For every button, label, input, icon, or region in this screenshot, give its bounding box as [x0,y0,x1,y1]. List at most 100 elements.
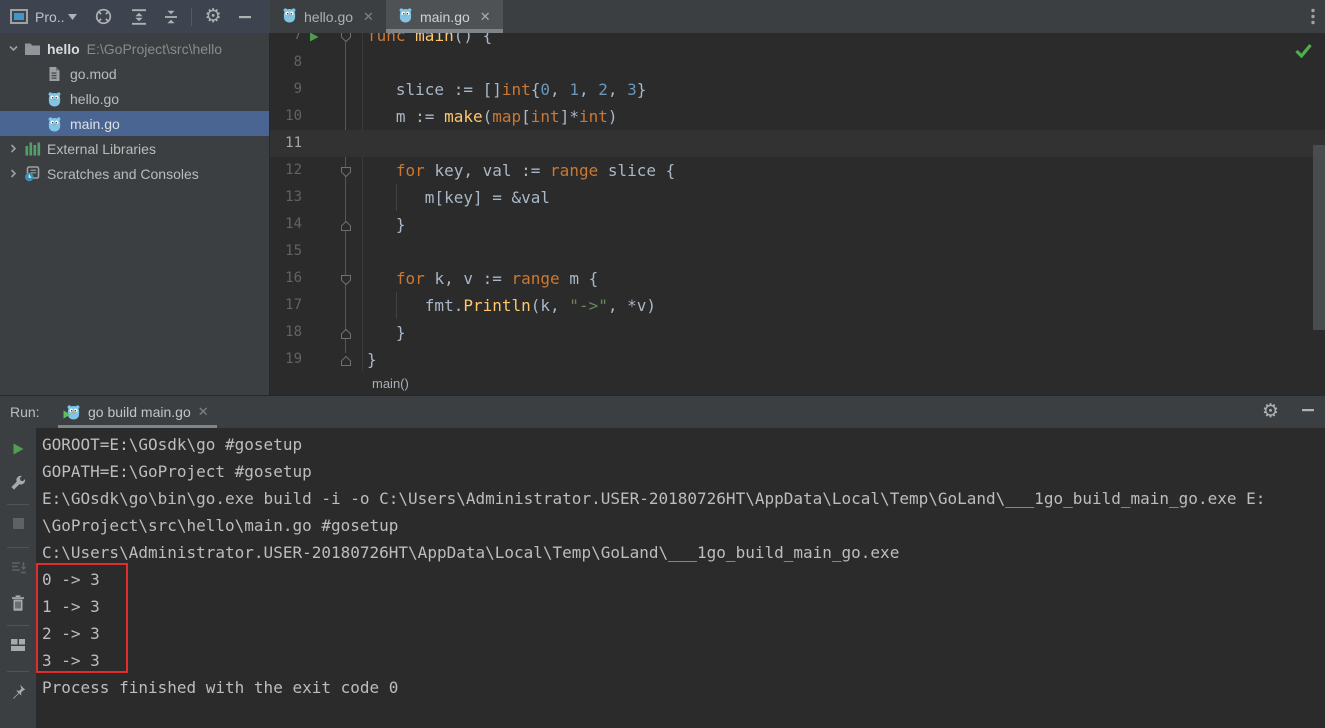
divider [7,547,29,548]
tree-item-label: hello.go [70,90,120,107]
code-line-8[interactable]: 8 [270,49,1325,76]
tree-item-hello.go[interactable]: hello.go [0,86,269,111]
divider [190,7,192,26]
wrench-icon[interactable] [0,475,36,491]
run-tab-label: go build main.go [88,404,191,420]
chevron-down-icon[interactable] [0,43,24,54]
close-icon[interactable]: ✕ [198,404,209,420]
check-icon[interactable] [1294,43,1313,63]
run-toolbar [0,428,36,728]
go-file-icon [282,7,297,26]
expand-all-icon[interactable] [130,8,148,26]
code-line-10[interactable]: 10 m := make(map[int]*int) [270,103,1325,130]
pin-icon[interactable] [0,684,36,699]
fold-close-icon[interactable] [340,327,352,345]
tree-item-path: E:\GoProject\src\hello [86,40,223,57]
code-line-15[interactable]: 15 [270,238,1325,265]
layout-icon[interactable] [0,638,36,652]
tree-item-scratches-and-consoles[interactable]: Scratches and Consoles [0,161,269,186]
tab-main.go[interactable]: main.go ✕ [385,0,503,33]
tree-item-go.mod[interactable]: go.mod [0,61,269,86]
close-icon[interactable]: ✕ [363,9,374,25]
chevron-right-icon[interactable] [0,168,24,179]
project-selector[interactable]: Pro.. [35,9,65,25]
code-line-12[interactable]: 12 for key, val := range slice { [270,157,1325,184]
console-line: E:\GOsdk\go\bin\go.exe build -i -o C:\Us… [42,489,1266,508]
go-file-icon [398,7,413,26]
go-folder-icon [24,42,47,56]
chevron-down-icon[interactable] [67,13,77,20]
line-number: 16 [285,270,302,286]
tree-item-hello[interactable]: hello E:\GoProject\src\hello [0,36,269,61]
gear-icon[interactable]: ⚙ [205,7,222,26]
scroll-to-end-icon[interactable] [0,560,36,576]
run-panel-title: Run: [10,404,40,420]
hide-panel-icon[interactable] [1301,403,1315,422]
more-icon[interactable] [1311,7,1315,31]
code-line-7[interactable]: 7 func main() { [270,33,1325,49]
window-icon[interactable] [10,9,28,24]
close-icon[interactable]: ✕ [480,9,491,25]
code-line-19[interactable]: 19} [270,346,1325,373]
tree-item-label: go.mod [70,65,117,82]
tree-item-label: hello [47,40,80,57]
run-console[interactable]: GOROOT=E:\GOsdk\go #gosetup GOPATH=E:\GoP… [36,428,1325,728]
code-line-14[interactable]: 14 } [270,211,1325,238]
code-line-11[interactable]: 11 [270,130,1325,157]
code-text: } [367,350,377,369]
collapse-all-icon[interactable] [163,8,179,26]
go-file-icon [47,116,70,132]
breadcrumb-item[interactable]: main() [372,376,409,391]
run-main-icon[interactable] [308,33,320,48]
fold-open-icon[interactable] [340,165,352,183]
clear-console-icon[interactable] [0,595,36,611]
hide-panel-icon[interactable] [238,10,252,24]
run-panel-header: Run: go build main.go ✕ ⚙ [0,395,1325,428]
line-number: 12 [285,162,302,178]
gear-icon[interactable]: ⚙ [1262,402,1279,422]
tree-item-external-libraries[interactable]: External Libraries [0,136,269,161]
code-line-17[interactable]: 17 fmt.Println(k, "->", *v) [270,292,1325,319]
code-editor[interactable]: 7 func main() { 8 9 slice := []int{0, 1, 2,… [270,33,1325,395]
fold-open-icon[interactable] [340,33,352,48]
code-text: fmt.Println(k, "->", *v) [367,296,656,315]
fold-close-icon[interactable] [340,219,352,237]
code-line-16[interactable]: 16 for k, v := range m { [270,265,1325,292]
locate-icon[interactable] [94,7,113,26]
tree-item-main.go[interactable]: main.go [0,111,269,136]
tree-item-label: main.go [70,115,120,132]
fold-open-icon[interactable] [340,273,352,291]
run-tab[interactable]: go build main.go ✕ [58,396,217,428]
run-panel-body: GOROOT=E:\GOsdk\go #gosetup GOPATH=E:\GoP… [0,428,1325,728]
code-text: m := make(map[int]*int) [367,107,618,126]
line-number: 17 [285,297,302,313]
tab-hello.go[interactable]: hello.go ✕ [270,0,386,33]
chevron-right-icon[interactable] [0,143,24,154]
code-text: func main() { [367,33,493,45]
goland-window: Pro.. ⚙ hello.go ✕ main.go ✕ hello E:\GoProj… [0,0,1325,728]
go-run-file-icon [63,404,81,420]
external-libraries-icon [24,141,47,157]
editor-scrollbar[interactable] [1313,145,1325,330]
main-area: hello E:\GoProject\src\hello go.mod hello.g… [0,33,1325,395]
stop-icon[interactable] [0,517,36,530]
code-text: } [367,323,406,342]
line-number: 10 [285,108,302,124]
tree-item-label: External Libraries [47,140,156,157]
code-text: for key, val := range slice { [395,161,676,180]
code-text: m[key] = &val [367,188,551,207]
line-number: 7 [293,33,302,43]
console-line: GOROOT=E:\GOsdk\go #gosetup [42,435,303,454]
console-line: \GoProject\src\hello\main.go #gosetup [42,516,399,535]
scratches-icon [24,165,47,182]
rerun-icon[interactable] [0,442,36,456]
fold-close-icon[interactable] [340,354,352,372]
go-file-icon [47,91,70,107]
code-line-18[interactable]: 18 } [270,319,1325,346]
tree-item-label: Scratches and Consoles [47,165,199,182]
project-panel-header: Pro.. ⚙ [0,0,270,33]
code-line-13[interactable]: 13 m[key] = &val [270,184,1325,211]
code-line-9[interactable]: 9 slice := []int{0, 1, 2, 3} [270,76,1325,103]
tab-label: main.go [419,8,470,25]
breadcrumb[interactable]: main() [270,371,1325,395]
